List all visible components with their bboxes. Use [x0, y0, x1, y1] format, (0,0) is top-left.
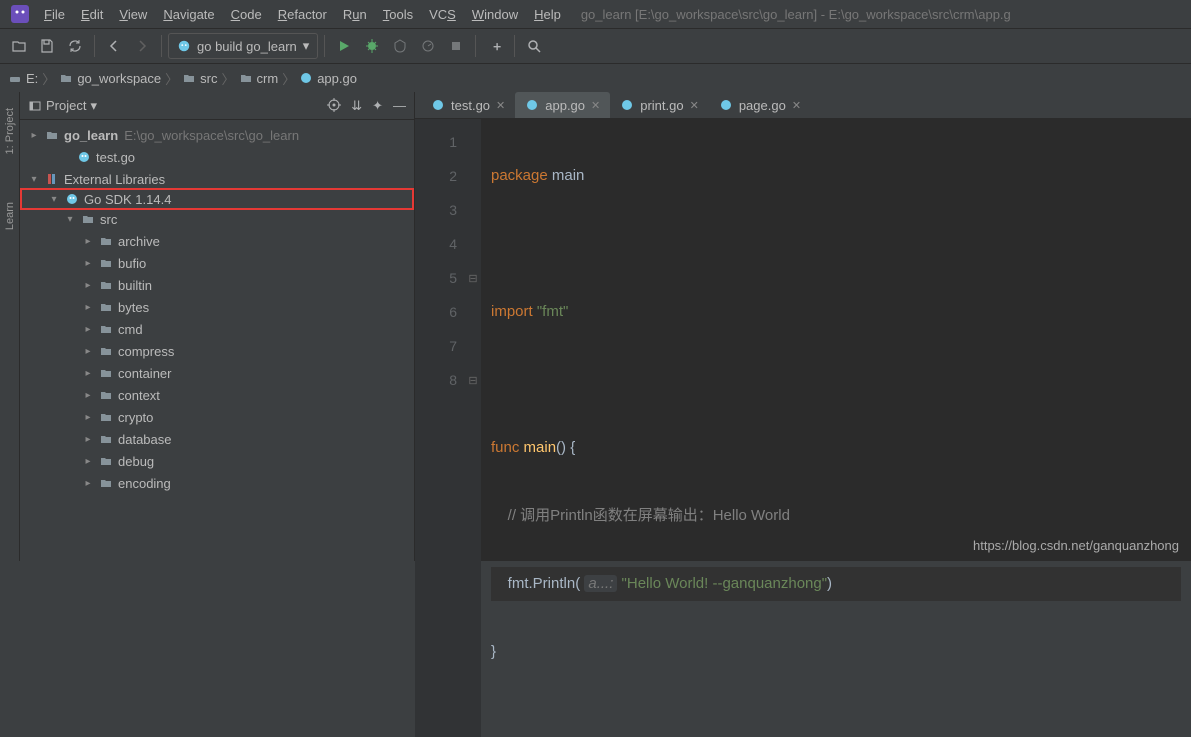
tree-item-folder[interactable]: ▸database	[20, 428, 414, 450]
tree-item-folder[interactable]: ▸bufio	[20, 252, 414, 274]
project-view-selector[interactable]: Project ▾	[28, 98, 97, 114]
chevron-right-icon: 〉	[165, 69, 178, 88]
breadcrumb: E: 〉 go_workspace 〉 src 〉 crm 〉 app.go	[0, 64, 1191, 92]
menu-view[interactable]: View	[111, 3, 155, 26]
toolbar-separator	[324, 35, 325, 57]
hide-icon[interactable]: —	[393, 98, 406, 114]
menu-navigate[interactable]: Navigate	[155, 3, 222, 26]
breadcrumb-folder[interactable]: crm	[239, 71, 279, 86]
chevron-right-icon: 〉	[222, 69, 235, 88]
search-button[interactable]	[521, 33, 547, 59]
tree-item-test-go[interactable]: test.go	[20, 146, 414, 168]
breadcrumb-file[interactable]: app.go	[299, 71, 357, 86]
tree-item-go-learn[interactable]: ▸go_learnE:\go_workspace\src\go_learn	[20, 124, 414, 146]
collapse-icon[interactable]: ⇊	[351, 98, 362, 114]
close-icon[interactable]: ✕	[496, 99, 505, 112]
back-button[interactable]	[101, 33, 127, 59]
project-panel: Project ▾ ⇊ ✦ — ▸go_learnE:\go_workspace…	[20, 92, 415, 561]
menu-help[interactable]: Help	[526, 3, 569, 26]
tree-item-folder[interactable]: ▸cmd	[20, 318, 414, 340]
menu-code[interactable]: Code	[223, 3, 270, 26]
fold-end-icon[interactable]: ⊟	[465, 363, 481, 397]
stop-button[interactable]	[443, 33, 469, 59]
menu-window[interactable]: Window	[464, 3, 526, 26]
editor-tabs: test.go✕ app.go✕ print.go✕ page.go✕	[415, 92, 1191, 119]
app-icon	[10, 4, 30, 24]
code-content[interactable]: package main import "fmt" func main() { …	[481, 119, 1191, 737]
tree-item-folder[interactable]: ▸archive	[20, 230, 414, 252]
breadcrumb-folder[interactable]: src	[182, 71, 217, 86]
toolbar-separator	[94, 35, 95, 57]
menu-run[interactable]: Run	[335, 3, 375, 26]
run-config-label: go build go_learn	[197, 39, 297, 54]
profile-button[interactable]	[415, 33, 441, 59]
open-button[interactable]	[6, 33, 32, 59]
close-icon[interactable]: ✕	[690, 99, 699, 112]
gear-icon[interactable]: ✦	[372, 98, 383, 114]
run-config-selector[interactable]: go build go_learn ▾	[168, 33, 318, 59]
run-button[interactable]	[331, 33, 357, 59]
tree-item-folder[interactable]: ▸container	[20, 362, 414, 384]
breadcrumb-drive[interactable]: E:	[8, 71, 38, 86]
sync-button[interactable]	[62, 33, 88, 59]
side-tab-project[interactable]: 1: Project	[4, 108, 16, 154]
debug-button[interactable]	[359, 33, 385, 59]
project-tree[interactable]: ▸go_learnE:\go_workspace\src\go_learn te…	[20, 120, 414, 561]
project-panel-header: Project ▾ ⇊ ✦ —	[20, 92, 414, 120]
forward-button[interactable]	[129, 33, 155, 59]
tree-item-folder[interactable]: ▸builtin	[20, 274, 414, 296]
chevron-down-icon: ▾	[303, 38, 310, 54]
breadcrumb-folder[interactable]: go_workspace	[59, 71, 161, 86]
toolbar-separator	[161, 35, 162, 57]
tree-item-folder[interactable]: ▸crypto	[20, 406, 414, 428]
close-icon[interactable]: ✕	[591, 99, 600, 112]
tree-item-external-libraries[interactable]: ▾External Libraries	[20, 168, 414, 190]
fold-start-icon[interactable]: ⊟	[465, 261, 481, 295]
tree-item-go-sdk[interactable]: ▾Go SDK 1.14.4	[20, 188, 414, 210]
param-hint: a...:	[584, 575, 617, 592]
tree-item-folder[interactable]: ▸encoding	[20, 472, 414, 494]
tab-test-go[interactable]: test.go✕	[421, 92, 515, 118]
watermark: https://blog.csdn.net/ganquanzhong	[973, 538, 1179, 553]
fold-gutter: ⊟ ⊟	[465, 119, 481, 737]
tab-page-go[interactable]: page.go✕	[709, 92, 811, 118]
chevron-down-icon: ▾	[90, 98, 97, 114]
tree-item-folder[interactable]: ▸compress	[20, 340, 414, 362]
tree-item-src[interactable]: ▾src	[20, 208, 414, 230]
side-tab-learn[interactable]: Learn	[4, 202, 16, 230]
chevron-right-icon: 〉	[282, 69, 295, 88]
code-editor[interactable]: 1 2 3 4 5 6 7 8 ⊟ ⊟ package main import …	[415, 119, 1191, 737]
menu-edit[interactable]: Edit	[73, 3, 111, 26]
window-title-path: go_learn [E:\go_workspace\src\go_learn] …	[581, 7, 1011, 22]
close-icon[interactable]: ✕	[792, 99, 801, 112]
tab-print-go[interactable]: print.go✕	[610, 92, 709, 118]
toolbar-separator	[514, 35, 515, 57]
tree-item-folder[interactable]: ▸debug	[20, 450, 414, 472]
line-gutter: 1 2 3 4 5 6 7 8	[415, 119, 465, 737]
menu-file[interactable]: FFileile	[36, 3, 73, 26]
settings-button[interactable]	[482, 33, 508, 59]
tree-item-folder[interactable]: ▸bytes	[20, 296, 414, 318]
menu-vcs[interactable]: VCS	[421, 3, 464, 26]
menu-tools[interactable]: Tools	[375, 3, 421, 26]
toolbar: go build go_learn ▾	[0, 28, 1191, 64]
tree-item-folder[interactable]: ▸context	[20, 384, 414, 406]
menu-refactor[interactable]: Refactor	[270, 3, 335, 26]
coverage-button[interactable]	[387, 33, 413, 59]
menu-bar: FFileile Edit View Navigate Code Refacto…	[0, 0, 1191, 28]
chevron-right-icon: 〉	[42, 69, 55, 88]
locate-icon[interactable]	[327, 98, 341, 114]
tab-app-go[interactable]: app.go✕	[515, 92, 610, 118]
side-tool-tabs: 1: Project Learn	[0, 92, 20, 561]
editor-area: test.go✕ app.go✕ print.go✕ page.go✕ 1 2 …	[415, 92, 1191, 561]
save-button[interactable]	[34, 33, 60, 59]
toolbar-separator	[475, 35, 476, 57]
